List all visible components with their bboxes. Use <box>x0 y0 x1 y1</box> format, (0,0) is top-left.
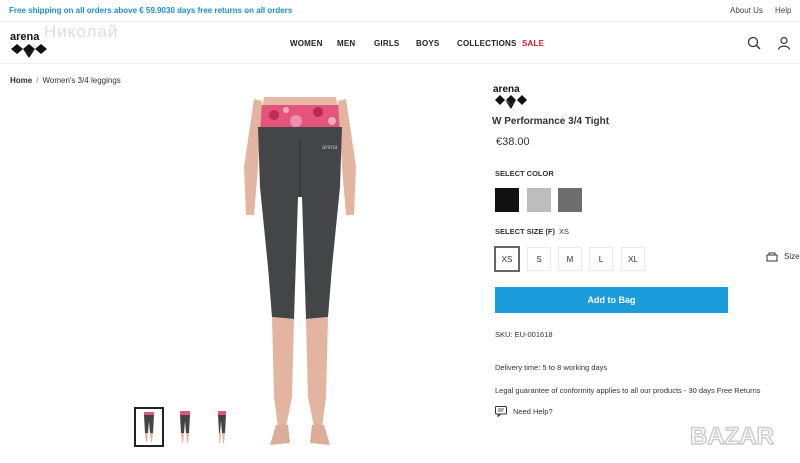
product-main-image[interactable]: arena <box>236 97 364 450</box>
size-option-m[interactable]: M <box>558 247 582 271</box>
nav-collections[interactable]: COLLECTIONS <box>457 39 517 48</box>
svg-text:arena: arena <box>322 145 338 151</box>
free-shipping-promo[interactable]: Free shipping on all orders above € 59.9… <box>9 6 166 15</box>
bazar-watermark: BAZAR <box>690 422 775 451</box>
thumbnail-front[interactable] <box>134 407 164 447</box>
nav-men[interactable]: MEN <box>337 39 355 48</box>
breadcrumb-separator: / <box>36 76 39 85</box>
size-guide-link[interactable]: Size <box>784 252 800 261</box>
legal-guarantee: Legal guarantee of conformity applies to… <box>495 386 761 395</box>
thumbnail-back[interactable] <box>170 407 200 447</box>
brand-logo-text: arena <box>493 84 520 95</box>
color-swatch-dark-grey[interactable] <box>558 188 582 212</box>
nav-girls[interactable]: GIRLS <box>374 39 399 48</box>
thumbnail-front-image <box>144 412 154 442</box>
about-us-link[interactable]: About Us <box>730 6 763 15</box>
watermark-name: Николай <box>44 22 119 41</box>
arena-logo[interactable]: arena <box>9 28 49 58</box>
user-icon[interactable] <box>777 36 791 50</box>
top-promo-bar: Free shipping on all orders above € 59.9… <box>0 0 800 22</box>
size-option-xl[interactable]: XL <box>621 247 645 271</box>
size-option-xs[interactable]: XS <box>494 246 520 272</box>
select-color-label: SELECT COLOR <box>495 169 554 178</box>
color-swatch-black[interactable] <box>495 188 519 212</box>
add-to-bag-button[interactable]: Add to Bag <box>495 287 728 313</box>
thumbnail-side-image <box>218 411 226 443</box>
breadcrumb: Home / Women's 3/4 leggings <box>10 76 121 85</box>
need-help-link[interactable]: Need Help? <box>513 407 553 416</box>
bazar-watermark-text: BAZAR <box>690 423 774 450</box>
size-option-s[interactable]: S <box>527 247 551 271</box>
size-option-l[interactable]: L <box>589 247 613 271</box>
select-size-label: SELECT SIZE (F) <box>495 227 555 236</box>
help-link[interactable]: Help <box>775 6 791 15</box>
brand-logo: arena <box>493 84 527 109</box>
thumbnail-side[interactable] <box>207 407 237 447</box>
color-swatch-light-grey[interactable] <box>527 188 551 212</box>
nav-sale[interactable]: SALE <box>522 39 544 48</box>
selected-size-value: XS <box>559 227 570 236</box>
product-price: €38.00 <box>496 136 530 148</box>
chat-icon[interactable] <box>495 406 507 417</box>
product-sku: SKU: EU-001618 <box>495 330 553 339</box>
product-name: W Performance 3/4 Tight <box>492 116 610 127</box>
search-icon[interactable] <box>747 36 761 50</box>
size-guide-icon[interactable] <box>766 252 778 262</box>
breadcrumb-current: Women's 3/4 leggings <box>42 76 121 85</box>
site-header: arena Николай WOMEN MEN GIRLS BOYS COLLE… <box>0 22 800 64</box>
nav-women[interactable]: WOMEN <box>290 39 323 48</box>
nav-boys[interactable]: BOYS <box>416 39 439 48</box>
svg-text:arena: arena <box>10 31 40 43</box>
breadcrumb-home[interactable]: Home <box>10 76 32 85</box>
delivery-time: Delivery time: 5 to 8 working days <box>495 363 608 372</box>
thumbnail-back-image <box>180 411 190 443</box>
free-returns-promo[interactable]: 30 days free returns on all orders <box>166 6 292 15</box>
